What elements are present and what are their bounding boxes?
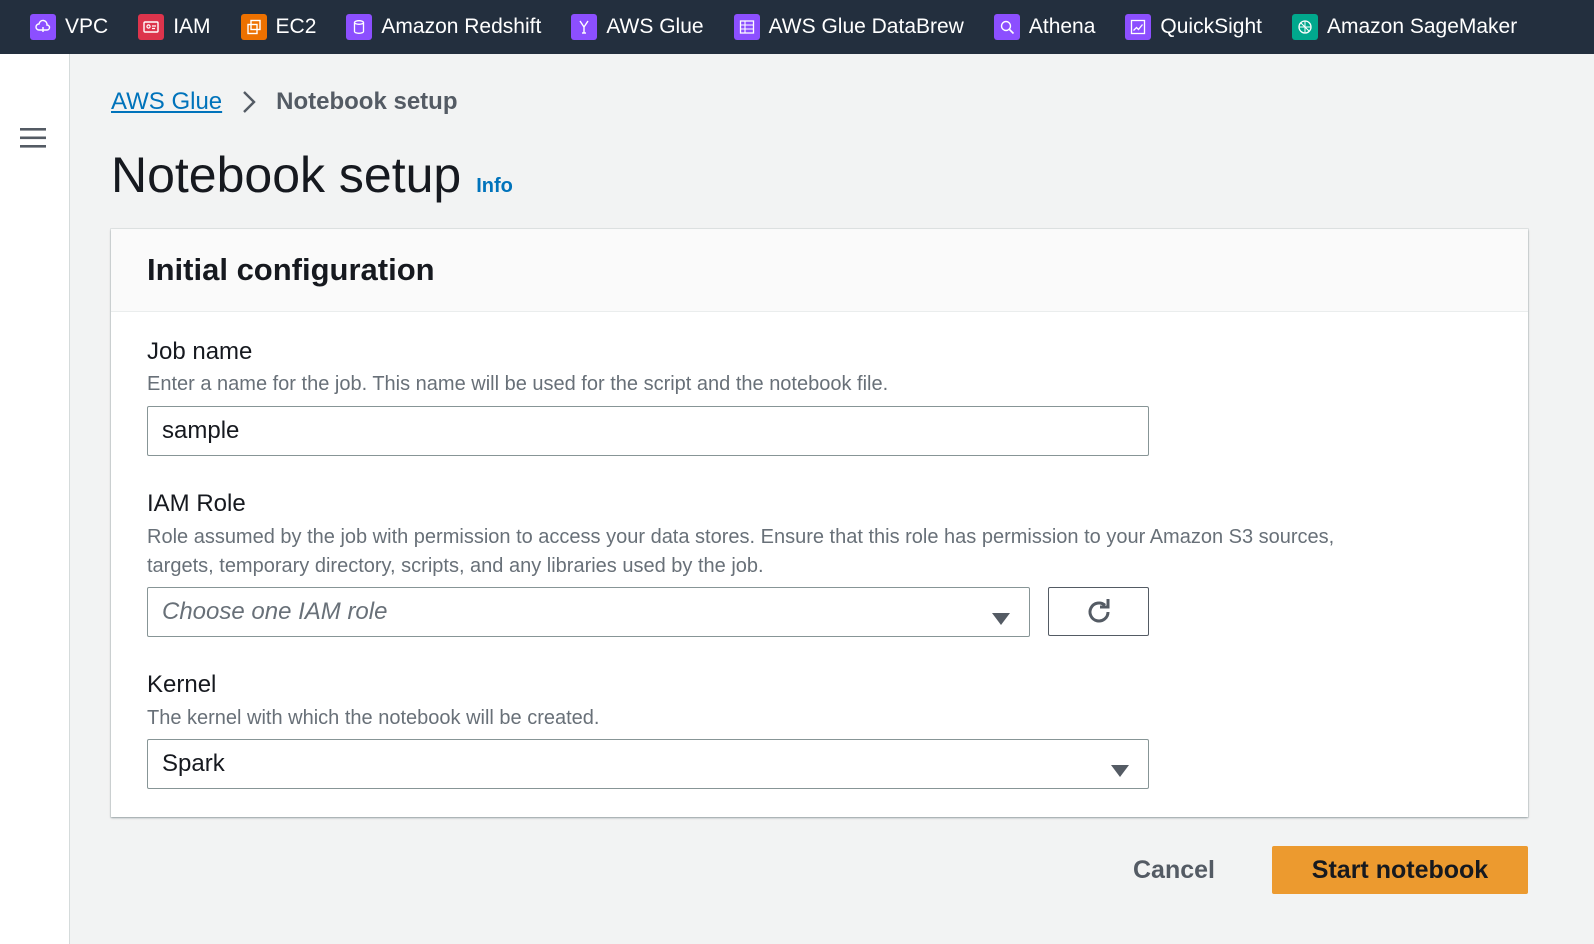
caret-down-icon bbox=[1110, 757, 1130, 785]
job-name-input[interactable]: sample bbox=[147, 406, 1149, 456]
service-vpc[interactable]: VPC bbox=[30, 14, 108, 40]
kernel-value: Spark bbox=[162, 750, 225, 777]
panel-header: Initial configuration bbox=[111, 229, 1528, 312]
databrew-icon bbox=[733, 14, 760, 40]
iam-role-select[interactable]: Choose one IAM role bbox=[147, 587, 1030, 637]
job-name-description: Enter a name for the job. This name will… bbox=[147, 373, 889, 395]
service-label: Amazon Redshift bbox=[381, 15, 542, 38]
service-label: IAM bbox=[173, 15, 211, 38]
refresh-iam-roles-button[interactable] bbox=[1048, 587, 1149, 636]
service-redshift[interactable]: Amazon Redshift bbox=[346, 14, 541, 40]
kernel-select[interactable]: Spark bbox=[147, 739, 1149, 789]
start-notebook-button[interactable]: Start notebook bbox=[1272, 846, 1528, 894]
quicksight-icon bbox=[1125, 14, 1152, 40]
kernel-description: The kernel with which the notebook will … bbox=[147, 707, 600, 729]
page-header: Notebook setup Info bbox=[111, 146, 513, 204]
breadcrumb: AWS Glue Notebook setup bbox=[111, 88, 457, 116]
service-label: AWS Glue DataBrew bbox=[768, 15, 964, 38]
ec2-icon bbox=[240, 14, 267, 40]
iam-role-label: IAM Role bbox=[147, 490, 246, 517]
panel-title: Initial configuration bbox=[147, 252, 435, 287]
page-title: Notebook setup bbox=[111, 147, 462, 203]
service-sagemaker[interactable]: Amazon SageMaker bbox=[1291, 14, 1518, 40]
iam-icon bbox=[138, 14, 165, 40]
iam-role-description-line-1: Role assumed by the job with permission … bbox=[147, 526, 1335, 548]
chevron-right-icon bbox=[242, 90, 256, 114]
initial-configuration-panel: Initial configuration Job name Enter a n… bbox=[111, 229, 1528, 817]
service-athena[interactable]: Athena bbox=[993, 14, 1096, 40]
refresh-icon bbox=[1083, 596, 1115, 628]
info-link[interactable]: Info bbox=[476, 175, 513, 198]
athena-icon bbox=[993, 14, 1020, 40]
vpc-icon bbox=[30, 14, 56, 40]
cancel-button[interactable]: Cancel bbox=[1112, 846, 1236, 894]
breadcrumb-current: Notebook setup bbox=[276, 88, 458, 115]
service-ec2[interactable]: EC2 bbox=[240, 14, 317, 40]
service-quicksight[interactable]: QuickSight bbox=[1125, 14, 1262, 40]
job-name-label: Job name bbox=[147, 338, 253, 365]
service-iam[interactable]: IAM bbox=[138, 14, 211, 40]
service-databrew[interactable]: AWS Glue DataBrew bbox=[733, 14, 964, 40]
kernel-label: Kernel bbox=[147, 671, 217, 698]
service-label: Athena bbox=[1028, 15, 1096, 38]
menu-icon[interactable] bbox=[20, 127, 46, 154]
iam-role-description-line-2: targets, temporary directory, scripts, a… bbox=[147, 555, 764, 577]
service-shortcut-bar: VPC IAM EC2 Amazon Redshift AWS Glue AWS… bbox=[0, 0, 1594, 54]
breadcrumb-aws-glue-link[interactable]: AWS Glue bbox=[111, 88, 222, 116]
caret-down-icon bbox=[991, 605, 1011, 633]
service-label: QuickSight bbox=[1160, 15, 1262, 38]
service-label: Amazon SageMaker bbox=[1326, 15, 1518, 38]
service-glue[interactable]: AWS Glue bbox=[571, 14, 704, 40]
glue-icon bbox=[571, 14, 598, 40]
iam-role-placeholder: Choose one IAM role bbox=[162, 598, 388, 625]
side-navigation bbox=[0, 54, 70, 944]
service-label: AWS Glue bbox=[606, 15, 704, 38]
redshift-icon bbox=[346, 14, 373, 40]
sagemaker-icon bbox=[1291, 14, 1318, 40]
job-name-value: sample bbox=[162, 417, 240, 444]
service-label: VPC bbox=[65, 15, 109, 38]
service-label: EC2 bbox=[275, 15, 317, 38]
